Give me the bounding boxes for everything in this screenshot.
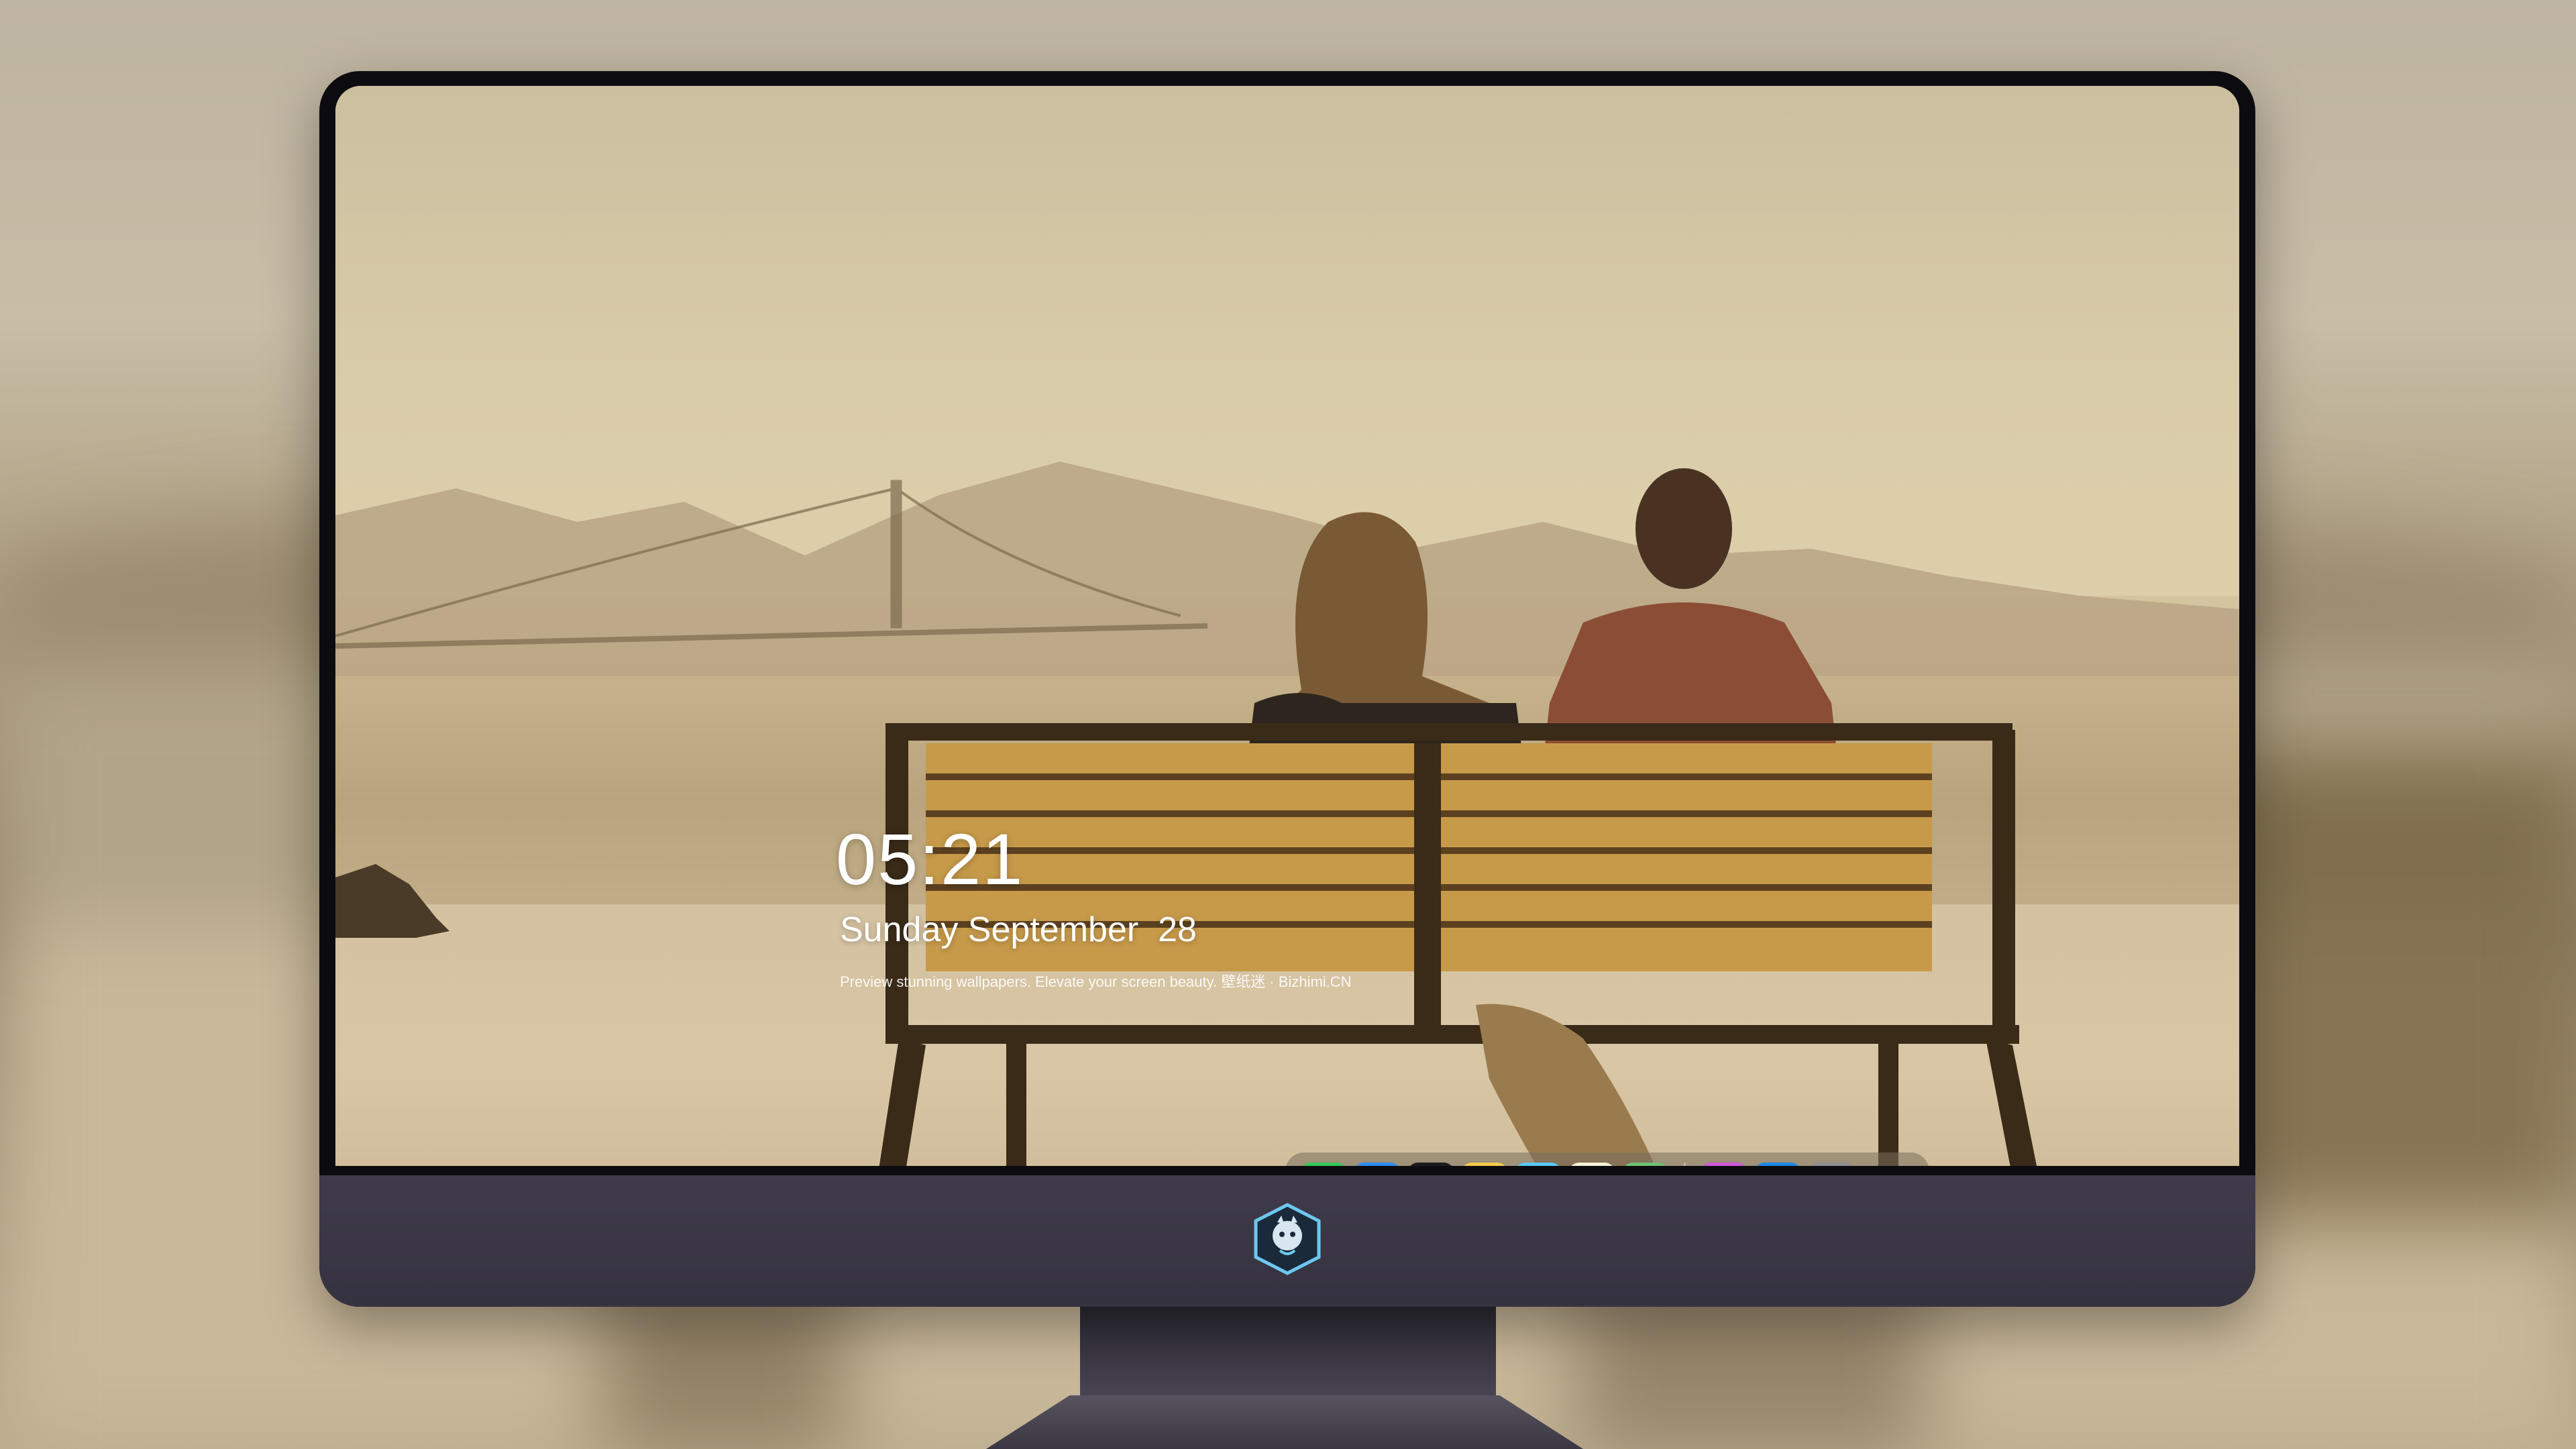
monitor-chin [319,1166,2255,1307]
wallpaper-scene [335,462,2239,1213]
monitor-stand-neck [1080,1307,1496,1407]
lock-screen[interactable]: 05:21 Sunday September 28 Preview stunni… [335,86,2239,1226]
monitor-stand-foot [986,1395,1583,1449]
mountain-range [335,462,2239,676]
wallpaper-credit: Preview stunning wallpapers. Elevate you… [840,973,1352,990]
lock-screen-date: Sunday September 28 [840,910,1197,949]
brand-logo-icon [1254,1203,1321,1275]
lock-screen-clock: 05:21 [836,818,1024,900]
monitor: 05:21 Sunday September 28 Preview stunni… [319,71,2255,1307]
shore-rock [335,864,449,938]
blurred-bench-right [2214,751,2576,1221]
park-bench [872,723,2046,1213]
